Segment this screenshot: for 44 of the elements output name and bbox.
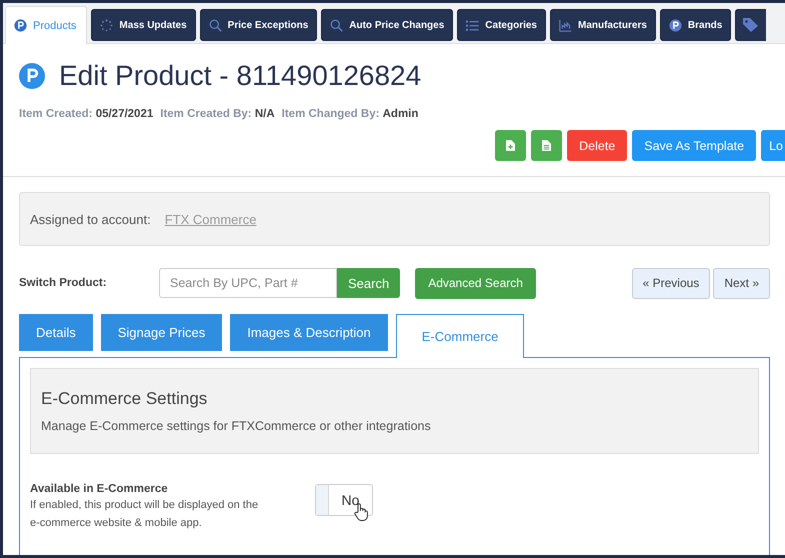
nav-tab[interactable]: Categories xyxy=(457,9,546,41)
meta-text: Item Changed By: Admin xyxy=(282,108,418,120)
document-icon xyxy=(542,140,552,151)
chart-icon xyxy=(558,18,572,32)
delete-button[interactable]: Delete xyxy=(567,130,628,161)
nav-tab[interactable]: Products xyxy=(5,6,88,44)
file-plus-icon xyxy=(506,140,516,151)
p-badge-icon xyxy=(19,63,45,89)
tag-icon xyxy=(742,17,760,33)
action-button[interactable]: Lo xyxy=(761,130,785,161)
account-link[interactable]: FTX Commerce xyxy=(164,212,256,226)
previous-button[interactable]: « Previous xyxy=(632,268,710,298)
document-button[interactable] xyxy=(531,130,562,161)
meta-text: Item Created By: N/A xyxy=(160,108,275,120)
search-field[interactable]: Search By UPC, Part # xyxy=(159,268,337,298)
section-tab[interactable]: Signage Prices xyxy=(100,314,222,351)
option-help: If enabled, this product will be displayed on the e-commerce website & mobile app. xyxy=(30,498,260,531)
section-tab[interactable]: E-Commerce xyxy=(396,314,524,358)
nav-tab[interactable]: Mass Updates xyxy=(91,9,196,41)
search-icon xyxy=(330,18,344,32)
search-icon xyxy=(208,18,222,32)
nav-tab[interactable]: Brands xyxy=(660,9,732,41)
nav-tab[interactable]: Manufacturers xyxy=(550,9,656,41)
option-label: Available in E-Commerce xyxy=(30,483,169,495)
search-button[interactable]: Search xyxy=(337,268,400,298)
nav-tab[interactable] xyxy=(735,9,766,41)
p-badge-icon xyxy=(668,18,682,32)
spinner-icon xyxy=(100,18,114,32)
section-tab[interactable]: Images & Description xyxy=(230,314,388,351)
p-badge-icon xyxy=(14,19,27,32)
next-button[interactable]: Next » xyxy=(713,268,770,298)
settings-description: Manage E-Commerce settings for FTXCommerce or other integrations xyxy=(41,419,432,433)
page-title: Edit Product - 811490126824 xyxy=(59,60,422,92)
nav-tab[interactable]: Auto Price Changes xyxy=(321,9,454,41)
account-label: Assigned to account: xyxy=(30,212,151,226)
switch-label: Switch Product: xyxy=(19,277,108,289)
settings-heading: E-Commerce Settings xyxy=(41,389,208,409)
list-icon xyxy=(466,18,480,32)
add-document-button[interactable] xyxy=(495,130,526,161)
save-template-button[interactable]: Save As Template xyxy=(632,130,756,161)
advanced-search-button[interactable]: Advanced Search xyxy=(415,268,536,298)
nav-tab[interactable]: Price Exceptions xyxy=(200,9,318,41)
meta-text: Item Created: 05/27/2021 xyxy=(19,108,154,120)
section-tab[interactable]: Details xyxy=(19,314,93,351)
